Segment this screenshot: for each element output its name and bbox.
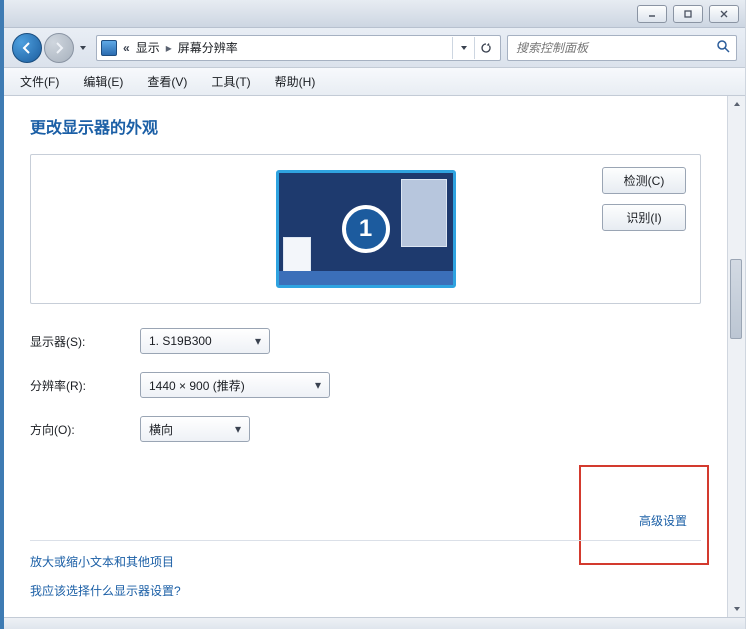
- scroll-down-icon[interactable]: [729, 601, 745, 617]
- back-button[interactable]: [12, 33, 42, 63]
- close-button[interactable]: [709, 5, 739, 23]
- navigation-bar: « 显示 ▸ 屏幕分辨率: [4, 28, 745, 68]
- resolution-value: 1440 × 900 (推荐): [149, 377, 305, 394]
- breadcrumb-segment[interactable]: 显示: [136, 39, 160, 56]
- content-area: 更改显示器的外观 1 检测(C) 识别(I) 显示器(S): [4, 96, 727, 617]
- control-panel-icon: [101, 40, 117, 56]
- resolution-dropdown[interactable]: 1440 × 900 (推荐) ▾: [140, 372, 330, 398]
- breadcrumb-segment[interactable]: 屏幕分辨率: [178, 39, 238, 56]
- page-title: 更改显示器的外观: [30, 114, 701, 138]
- display-preview-panel: 1 检测(C) 识别(I): [30, 154, 701, 304]
- window-bottom-border: [4, 617, 745, 629]
- nav-history-dropdown[interactable]: [76, 39, 90, 57]
- menu-view[interactable]: 查看(V): [137, 70, 197, 93]
- which-settings-link[interactable]: 我应该选择什么显示器设置?: [30, 582, 181, 599]
- settings-form: 显示器(S): 1. S19B300 ▾ 分辨率(R): 1440 × 900 …: [30, 328, 701, 442]
- search-box[interactable]: [507, 35, 737, 61]
- monitor-window-decor: [401, 179, 447, 247]
- content-wrap: 更改显示器的外观 1 检测(C) 识别(I) 显示器(S): [4, 96, 745, 617]
- chevron-down-icon: ▾: [235, 422, 241, 436]
- chevron-right-icon: ▸: [166, 41, 172, 55]
- orientation-dropdown[interactable]: 横向 ▾: [140, 416, 250, 442]
- monitor-thumbnail[interactable]: 1: [276, 170, 456, 288]
- menu-file[interactable]: 文件(F): [10, 70, 69, 93]
- monitor-number-badge: 1: [342, 205, 390, 253]
- display-row: 显示器(S): 1. S19B300 ▾: [30, 328, 701, 354]
- address-dropdown[interactable]: [452, 37, 474, 59]
- related-links: 放大或缩小文本和其他项目 我应该选择什么显示器设置?: [30, 553, 181, 599]
- menu-edit[interactable]: 编辑(E): [73, 70, 133, 93]
- scroll-track[interactable]: [728, 112, 745, 601]
- search-icon[interactable]: [716, 39, 730, 56]
- menu-bar: 文件(F) 编辑(E) 查看(V) 工具(T) 帮助(H): [4, 68, 745, 96]
- display-label: 显示器(S):: [30, 333, 140, 350]
- breadcrumb-overflow-icon: «: [123, 41, 130, 55]
- resolution-row: 分辨率(R): 1440 × 900 (推荐) ▾: [30, 372, 701, 398]
- search-input[interactable]: [514, 40, 710, 56]
- display-preview-area[interactable]: 1: [41, 170, 690, 288]
- display-dropdown[interactable]: 1. S19B300 ▾: [140, 328, 270, 354]
- advanced-settings-link[interactable]: 高级设置: [639, 512, 687, 529]
- window-titlebar: [4, 0, 745, 28]
- divider: [30, 540, 701, 541]
- chevron-down-icon: ▾: [255, 334, 261, 348]
- control-panel-window: « 显示 ▸ 屏幕分辨率 文件(F) 编辑(E) 查看(V) 工具(T): [0, 0, 746, 629]
- menu-tools[interactable]: 工具(T): [201, 70, 260, 93]
- vertical-scrollbar[interactable]: [727, 96, 745, 617]
- chevron-down-icon: ▾: [315, 378, 321, 392]
- text-size-link[interactable]: 放大或缩小文本和其他项目: [30, 553, 181, 570]
- scroll-up-icon[interactable]: [729, 96, 745, 112]
- identify-button[interactable]: 识别(I): [602, 204, 686, 231]
- orientation-label: 方向(O):: [30, 421, 140, 438]
- detect-button[interactable]: 检测(C): [602, 167, 686, 194]
- menu-help[interactable]: 帮助(H): [265, 70, 326, 93]
- orientation-row: 方向(O): 横向 ▾: [30, 416, 701, 442]
- orientation-value: 横向: [149, 421, 225, 438]
- maximize-button[interactable]: [673, 5, 703, 23]
- minimize-button[interactable]: [637, 5, 667, 23]
- nav-buttons: [12, 33, 90, 63]
- display-value: 1. S19B300: [149, 334, 245, 348]
- resolution-label: 分辨率(R):: [30, 377, 140, 394]
- preview-buttons: 检测(C) 识别(I): [602, 167, 686, 231]
- forward-button[interactable]: [44, 33, 74, 63]
- refresh-button[interactable]: [474, 37, 496, 59]
- address-bar[interactable]: « 显示 ▸ 屏幕分辨率: [96, 35, 501, 61]
- scroll-thumb[interactable]: [730, 259, 742, 339]
- monitor-taskbar-decor: [279, 271, 453, 285]
